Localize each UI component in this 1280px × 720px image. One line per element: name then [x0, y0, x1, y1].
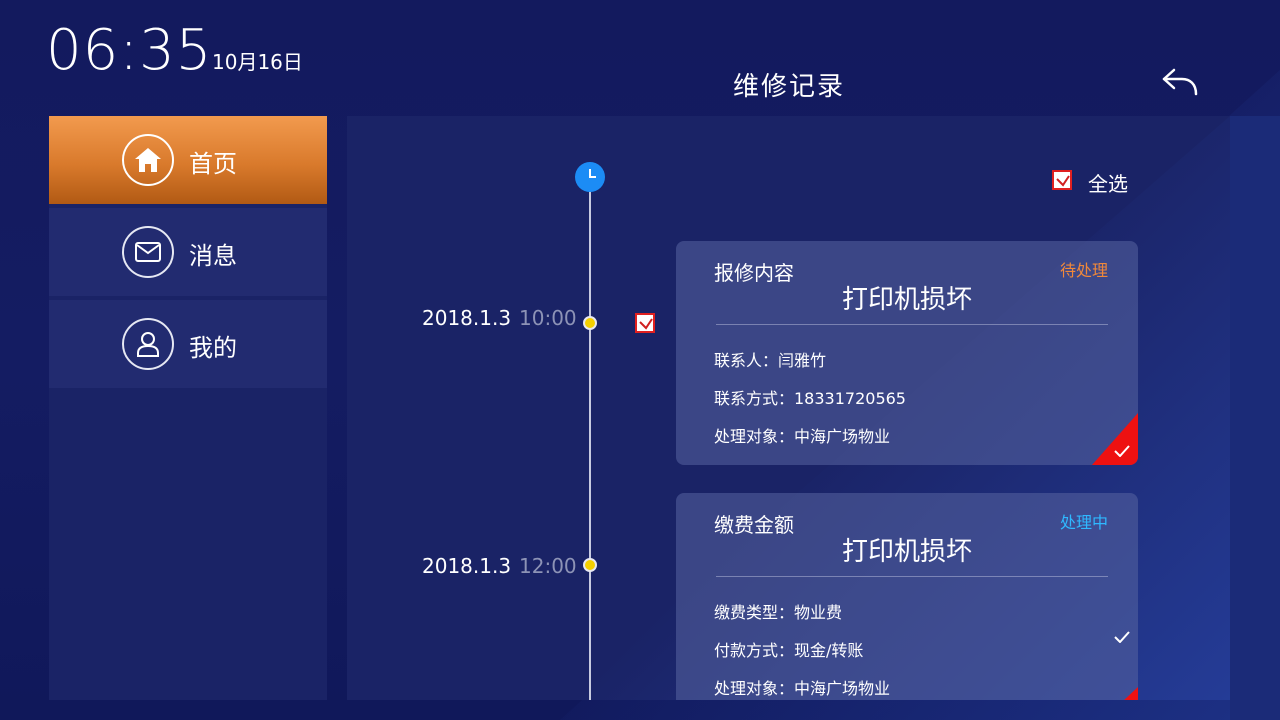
status-badge: 待处理 [1059, 261, 1108, 280]
card-row: 缴费类型：物业费 [714, 603, 843, 622]
card-row: 联系方式：18331720565 [714, 389, 906, 408]
card-title: 打印机损坏 [841, 285, 972, 315]
page-title: 维修记录 [732, 72, 845, 102]
timeline-line [589, 176, 591, 700]
record-checkbox[interactable] [635, 313, 655, 333]
back-button[interactable] [1160, 66, 1200, 98]
card-row: 处理对象：中海广场物业 [714, 679, 891, 698]
record-date: 2018.1.3 [422, 554, 512, 578]
sidebar-item-label: 消息 [189, 242, 237, 270]
timeline-dot [583, 558, 597, 572]
corner-badge [1092, 413, 1138, 465]
timeline-dot [583, 316, 597, 330]
divider [716, 324, 1108, 325]
card-row: 处理对象：中海广场物业 [714, 427, 891, 446]
record-time: 10:00 [519, 306, 577, 330]
card-title: 打印机损坏 [841, 537, 972, 567]
right-edge-panel [1230, 116, 1280, 720]
home-icon [122, 134, 174, 186]
mail-icon [122, 226, 174, 278]
check-icon [1114, 631, 1130, 643]
record-card[interactable]: 报修内容 待处理 打印机损坏 联系人：闫雅竹 联系方式：18331720565 … [676, 241, 1138, 465]
sidebar: 首页 消息 我的 [49, 116, 327, 700]
timeline-clock-icon [575, 162, 605, 192]
select-all-checkbox[interactable] [1052, 170, 1072, 190]
sidebar-item-messages[interactable]: 消息 [49, 208, 327, 296]
divider [716, 576, 1108, 577]
record-card[interactable]: 缴费金额 处理中 打印机损坏 缴费类型：物业费 付款方式：现金/转账 处理对象：… [676, 493, 1138, 700]
card-row: 付款方式：现金/转账 [714, 641, 864, 660]
sidebar-item-label: 我的 [189, 334, 237, 362]
sidebar-item-profile[interactable]: 我的 [49, 300, 327, 388]
record-date: 2018.1.3 [422, 306, 512, 330]
card-row: 联系人：闫雅竹 [714, 351, 827, 370]
check-icon [1114, 445, 1130, 457]
select-all-label: 全选 [1088, 172, 1128, 196]
status-badge: 处理中 [1059, 513, 1108, 532]
back-arrow-icon [1162, 68, 1198, 96]
user-icon [122, 318, 174, 370]
sidebar-item-home[interactable]: 首页 [49, 116, 327, 204]
sidebar-item-label: 首页 [189, 150, 237, 178]
corner-badge [1106, 687, 1138, 700]
record-time: 12:00 [519, 554, 577, 578]
records-panel: 全选 2018.1.3 10:00 报修内容 待处理 打印机损坏 联系人：闫雅竹… [347, 116, 1230, 700]
